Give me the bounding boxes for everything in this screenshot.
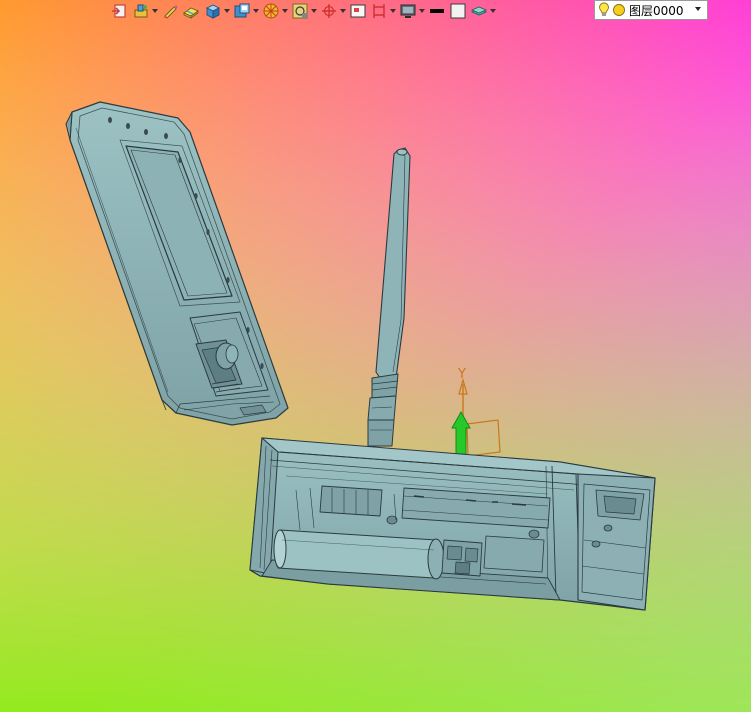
insert-component-icon (111, 3, 126, 18)
solid-cube-icon (205, 3, 220, 19)
clipping-plane-button[interactable] (368, 0, 389, 21)
toolbar-group-view (231, 0, 259, 21)
eraser-icon (182, 6, 199, 19)
clipping-plane-icon (372, 3, 385, 18)
toolbar-group-display (397, 0, 425, 21)
chevron-down-icon[interactable] (693, 4, 703, 14)
assembly-tools-icon (134, 4, 147, 17)
snap-button[interactable] (289, 0, 310, 21)
toolbar-group-section (347, 0, 396, 21)
view-orientation-dropdown[interactable] (252, 0, 259, 21)
toolbar-group-solid (202, 0, 230, 21)
solid-cube-button[interactable] (202, 0, 223, 21)
toolbar-group-insert (108, 0, 129, 21)
dropdown-arrow-icon (310, 8, 317, 13)
toolbar-group-triad (318, 0, 346, 21)
assembly-tools-button[interactable] (130, 0, 151, 21)
section-view-icon (350, 4, 365, 17)
assembly-tools-dropdown[interactable] (151, 0, 158, 21)
dropdown-arrow-icon (389, 8, 396, 13)
line-weight-icon (429, 8, 444, 13)
toolbar-group-style (426, 0, 496, 21)
toolbar-group-snap (289, 0, 317, 21)
layer-select[interactable]: 图层0000 (594, 0, 708, 20)
3d-viewport[interactable]: Y 图层0000 (0, 0, 751, 712)
snap-icon (292, 3, 307, 18)
triad-axes-icon (321, 3, 336, 18)
triad-axes-dropdown[interactable] (339, 0, 346, 21)
display-monitor-dropdown[interactable] (418, 0, 425, 21)
dropdown-arrow-icon (151, 8, 158, 13)
dropdown-arrow-icon (489, 8, 496, 13)
dropdown-arrow-icon (339, 8, 346, 13)
dropdown-arrow-icon (418, 8, 425, 13)
layer-stack-button[interactable] (468, 0, 489, 21)
dropdown-arrow-icon (252, 8, 259, 13)
toolbar-group-assembly (130, 0, 158, 21)
view-orientation-icon (234, 3, 249, 17)
lightbulb-icon[interactable] (598, 2, 610, 18)
display-monitor-icon (400, 4, 415, 18)
render-style-icon (263, 3, 278, 18)
layer-stack-icon (470, 6, 487, 15)
layer-stack-dropdown[interactable] (489, 0, 496, 21)
render-style-button[interactable] (260, 0, 281, 21)
solid-cube-dropdown[interactable] (223, 0, 230, 21)
toolbar-group-sketch (159, 0, 201, 21)
dropdown-arrow-icon (223, 8, 230, 13)
line-weight-button[interactable] (426, 0, 447, 21)
clipping-plane-dropdown[interactable] (389, 0, 396, 21)
snap-dropdown[interactable] (310, 0, 317, 21)
toolbar-group-render (260, 0, 288, 21)
sketch-pen-icon (163, 4, 178, 19)
layer-on-icon[interactable] (612, 3, 626, 17)
eraser-button[interactable] (180, 0, 201, 21)
viewport-scene[interactable]: Y (0, 0, 751, 712)
render-style-dropdown[interactable] (281, 0, 288, 21)
sketch-pen-button[interactable] (159, 0, 180, 21)
dropdown-arrow-icon (281, 8, 288, 13)
color-swatch-icon (450, 3, 465, 18)
insert-component-button[interactable] (108, 0, 129, 21)
display-monitor-button[interactable] (397, 0, 418, 21)
section-view-button[interactable] (347, 0, 368, 21)
layer-name: 图层0000 (629, 3, 684, 18)
color-swatch-button[interactable] (447, 0, 468, 21)
toolbar (108, 0, 497, 21)
view-orientation-button[interactable] (231, 0, 252, 21)
triad-axes-button[interactable] (318, 0, 339, 21)
y-axis-label: Y (457, 367, 466, 382)
